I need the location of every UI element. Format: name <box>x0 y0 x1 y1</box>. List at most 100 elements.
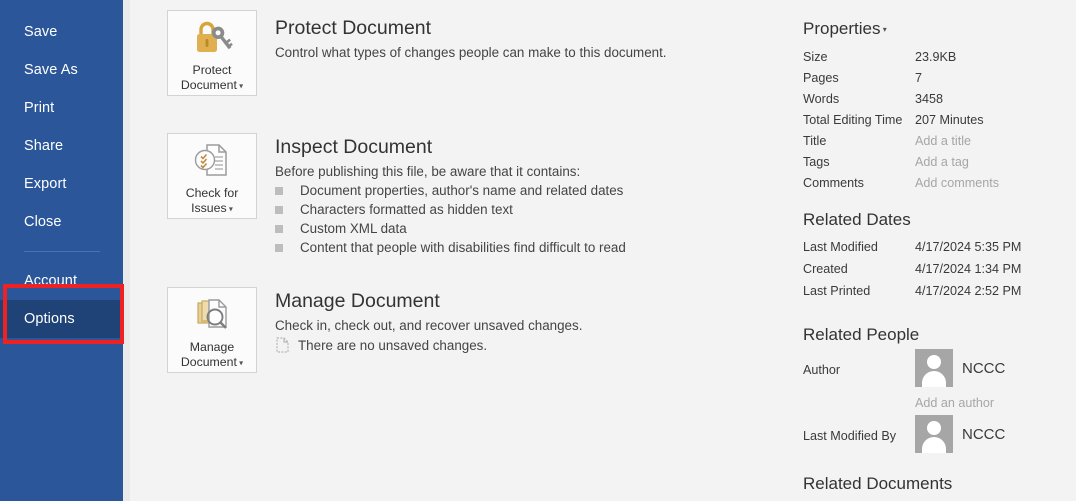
property-value: 207 Minutes <box>915 112 984 127</box>
property-value: 7 <box>915 70 923 85</box>
sidebar-item-save[interactable]: Save <box>0 13 123 51</box>
button-label-line2: Issues <box>191 201 227 215</box>
avatar <box>915 349 953 387</box>
sidebar-divider <box>24 251 100 252</box>
manage-document-description: Check in, check out, and recover unsaved… <box>275 318 583 333</box>
author-key-label: Author <box>803 363 841 377</box>
sidebar-item-label: Account <box>24 273 78 289</box>
property-row-pages: Pages 7 <box>803 67 1076 88</box>
inspect-document-title: Inspect Document <box>275 136 433 158</box>
check-for-issues-button-label: Check for Issues ▾ <box>186 186 239 216</box>
inspect-bullet-label: Content that people with disabilities fi… <box>300 240 626 255</box>
document-outline-icon <box>275 337 289 353</box>
chevron-down-icon[interactable]: ▾ <box>880 25 887 34</box>
sidebar-item-save-as[interactable]: Save As <box>0 51 123 89</box>
property-key: Comments <box>803 175 864 190</box>
property-value-placeholder[interactable]: Add comments <box>915 176 999 190</box>
sidebar-item-options[interactable]: Options <box>0 300 123 338</box>
author-name: NCCC <box>962 359 1006 377</box>
inspect-document-description: Before publishing this file, be aware th… <box>275 164 581 179</box>
property-value-placeholder[interactable]: Add a tag <box>915 155 969 169</box>
property-row-title[interactable]: Title Add a title <box>803 130 1076 151</box>
inspect-bullet-label: Characters formatted as hidden text <box>300 202 513 217</box>
documents-magnifier-icon <box>189 295 235 338</box>
properties-heading-label: Properties <box>803 19 881 38</box>
inspect-bullet-item: Characters formatted as hidden text <box>275 202 513 217</box>
property-value-placeholder[interactable]: Add a title <box>915 134 971 148</box>
property-row-words: Words 3458 <box>803 88 1076 109</box>
manage-document-button[interactable]: Manage Document ▾ <box>167 287 257 373</box>
related-people-heading: Related People <box>803 325 920 344</box>
avatar-body <box>922 437 946 453</box>
square-bullet-icon <box>275 186 283 195</box>
inspect-bullet-item: Document properties, author's name and r… <box>275 183 623 198</box>
button-label-line1: Manage <box>189 340 235 354</box>
document-checklist-icon <box>189 141 235 184</box>
check-for-issues-button[interactable]: Check for Issues ▾ <box>167 133 257 219</box>
related-date-key: Last Modified <box>803 239 878 254</box>
property-key: Words <box>803 91 840 106</box>
protect-document-button[interactable]: Protect Document ▾ <box>167 10 257 96</box>
property-key: Size <box>803 49 828 64</box>
related-date-row-last-modified: Last Modified 4/17/2024 5:35 PM <box>803 236 1076 257</box>
square-bullet-icon <box>275 243 283 252</box>
last-modified-by-name: NCCC <box>962 425 1006 443</box>
button-label-line1: Check for <box>185 186 239 200</box>
related-date-key: Last Printed <box>803 283 871 298</box>
property-row-size: Size 23.9KB <box>803 46 1076 67</box>
manage-document-title: Manage Document <box>275 290 440 312</box>
properties-heading[interactable]: Properties ▾ <box>803 19 887 39</box>
property-row-total-editing-time: Total Editing Time 207 Minutes <box>803 109 1076 130</box>
chevron-down-icon: ▾ <box>226 204 233 214</box>
sidebar-item-label: Share <box>24 138 64 154</box>
lock-and-key-icon <box>189 18 235 61</box>
property-key: Tags <box>803 154 830 169</box>
property-value: 3458 <box>915 91 944 106</box>
button-label-line2: Document <box>180 78 237 92</box>
sidebar-item-label: Export <box>24 176 67 192</box>
add-an-author-link[interactable]: Add an author <box>915 396 994 410</box>
property-row-tags[interactable]: Tags Add a tag <box>803 151 1076 172</box>
property-row-comments[interactable]: Comments Add comments <box>803 172 1076 193</box>
avatar-body <box>922 371 946 387</box>
related-person-last-modified-by: Last Modified By NCCC <box>803 415 1076 453</box>
backstage-sidebar: Save Save As Print Share Export Close Ac… <box>0 0 124 501</box>
avatar-head <box>927 421 941 435</box>
inspect-bullet-label: Custom XML data <box>300 221 407 236</box>
related-date-row-last-printed: Last Printed 4/17/2024 2:52 PM <box>803 280 1076 301</box>
sidebar-edge-strip <box>123 0 130 501</box>
protect-document-button-label: Protect Document ▾ <box>181 63 243 93</box>
sidebar-item-account[interactable]: Account <box>0 262 123 300</box>
chevron-down-icon: ▾ <box>236 358 244 368</box>
sidebar-item-close[interactable]: Close <box>0 203 123 241</box>
related-date-value: 4/17/2024 2:52 PM <box>915 283 1022 298</box>
protect-document-title: Protect Document <box>275 17 432 39</box>
inspect-bullet-label: Document properties, author's name and r… <box>300 183 624 198</box>
sidebar-item-label: Print <box>24 100 55 116</box>
sidebar-item-share[interactable]: Share <box>0 127 123 165</box>
backstage-info-screen: Save Save As Print Share Export Close Ac… <box>0 0 1076 501</box>
related-documents-heading: Related Documents <box>803 474 953 493</box>
chevron-down-icon: ▾ <box>236 81 244 91</box>
sidebar-item-label: Save As <box>24 62 78 78</box>
related-date-value: 4/17/2024 1:34 PM <box>915 261 1022 276</box>
sidebar-item-label: Options <box>24 311 75 327</box>
property-value: 23.9KB <box>915 49 957 64</box>
avatar <box>915 415 953 453</box>
inspect-bullet-item: Content that people with disabilities fi… <box>275 240 626 255</box>
properties-panel: Properties ▾ Size 23.9KB Pages 7 Words 3… <box>795 0 1076 501</box>
sidebar-item-label: Close <box>24 214 62 230</box>
sidebar-item-print[interactable]: Print <box>0 89 123 127</box>
info-main-content: Protect Document ▾ Protect Document Cont… <box>130 0 790 501</box>
sidebar-item-clipped[interactable] <box>0 0 123 14</box>
unsaved-changes-label: There are no unsaved changes. <box>298 337 488 353</box>
avatar-head <box>927 355 941 369</box>
related-date-row-created: Created 4/17/2024 1:34 PM <box>803 258 1076 279</box>
property-key: Pages <box>803 70 839 85</box>
square-bullet-icon <box>275 224 283 233</box>
sidebar-item-export[interactable]: Export <box>0 165 123 203</box>
property-key: Title <box>803 133 827 148</box>
related-dates-heading: Related Dates <box>803 210 911 229</box>
button-label-line2: Document <box>180 355 237 369</box>
related-date-value: 4/17/2024 5:35 PM <box>915 239 1022 254</box>
